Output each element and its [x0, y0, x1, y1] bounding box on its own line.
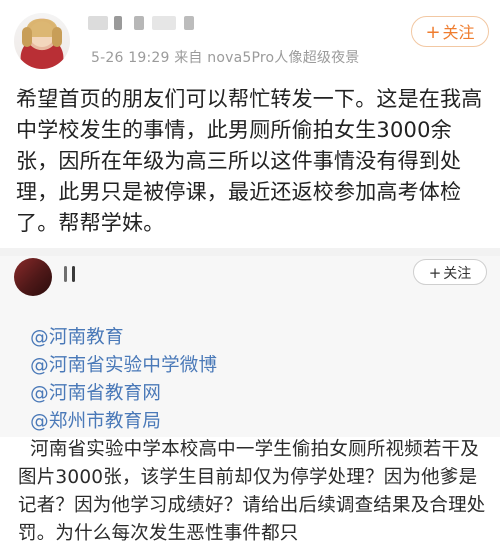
follow-button[interactable]: + 关注 — [411, 16, 489, 47]
mention-link[interactable]: @河南省实验中学微博 — [30, 355, 217, 376]
mention-link[interactable]: @河南教育 — [30, 327, 124, 348]
blur-block — [152, 16, 176, 30]
avatar-hair-left — [22, 27, 32, 47]
post-meta: 5-26 19:29 来自 nova5Pro人像超级夜景 — [91, 50, 360, 66]
commenter-avatar[interactable] — [14, 258, 52, 296]
weibo-post: 5-26 19:29 来自 nova5Pro人像超级夜景 + 关注 希望首页的朋友… — [0, 0, 500, 248]
avatar-hair-right — [52, 27, 62, 47]
username-blurred[interactable] — [88, 16, 200, 30]
repost-text: @河南教育 @河南省实验中学微博 @河南省教育网 @郑州市教育局 河南省实验中学… — [18, 296, 486, 548]
mention-link[interactable]: @河南省教育网 — [30, 383, 161, 404]
blur-block — [64, 266, 67, 282]
follow-label: 关注 — [443, 266, 472, 282]
plus-icon: + — [428, 264, 442, 282]
blur-block — [114, 16, 122, 30]
plus-icon: + — [425, 22, 441, 43]
follow-label: 关注 — [442, 23, 475, 42]
follow-button-repost[interactable]: + 关注 — [413, 259, 487, 285]
blur-block — [72, 266, 75, 282]
commenter-name-blurred[interactable] — [64, 266, 80, 282]
section-separator — [0, 248, 500, 256]
mention-link[interactable]: @郑州市教育局 — [30, 411, 161, 432]
blur-block — [88, 16, 108, 30]
post-content: 希望首页的朋友们可以帮忙转发一下。这是在我高中学校发生的事情，此男厕所偷拍女生3… — [16, 87, 483, 235]
repost-body: 河南省实验中学本校高中一学生偷拍女厕所视频若干及图片3000张，该学生目前却仅为… — [18, 439, 486, 544]
user-avatar[interactable] — [14, 13, 70, 69]
blur-block — [134, 16, 144, 30]
blur-block — [184, 16, 194, 30]
